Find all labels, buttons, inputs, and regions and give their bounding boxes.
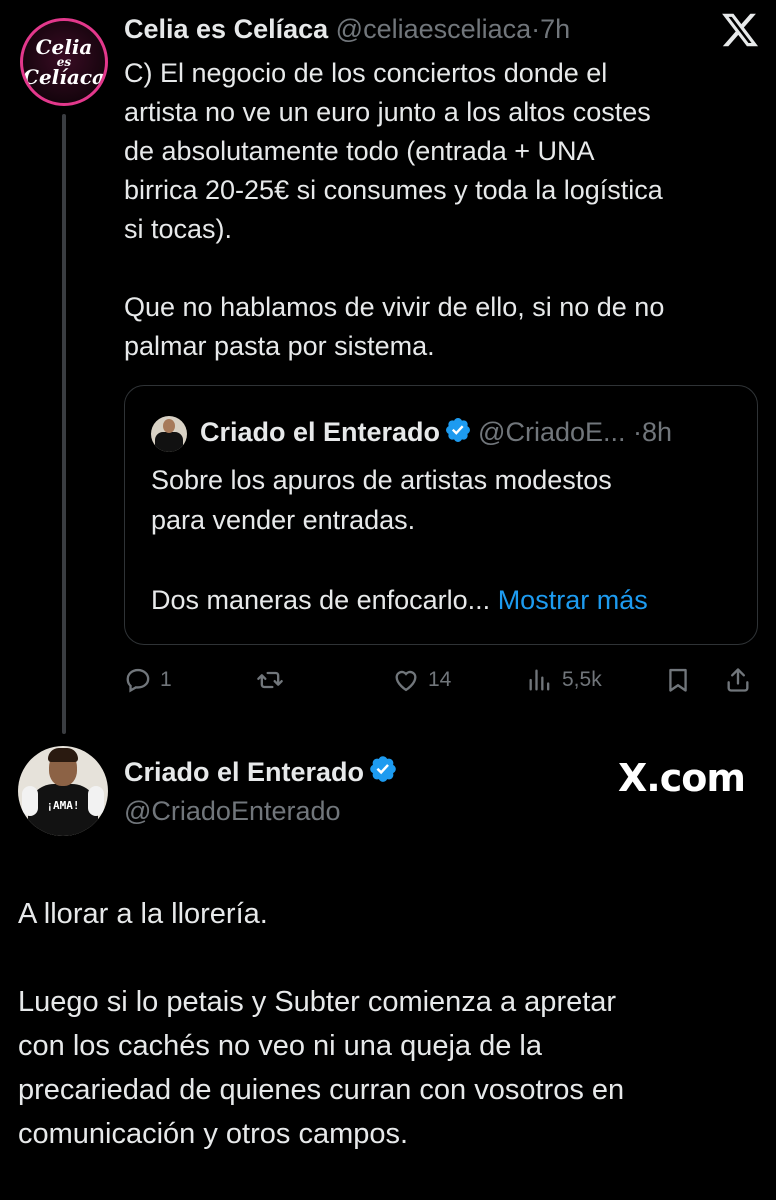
reply-button[interactable]: 1: [124, 660, 172, 700]
avatar-print-text: ¡AMA!: [46, 799, 80, 812]
avatar-criado[interactable]: ¡AMA!: [18, 746, 108, 836]
retweet-icon: [257, 671, 283, 689]
views-icon: [529, 669, 550, 691]
heart-icon: [395, 670, 417, 692]
verified-badge-icon: [446, 418, 471, 442]
quote-avatar: [151, 416, 187, 452]
like-count: 14: [428, 668, 452, 691]
author-handle[interactable]: @celiaesceliaca: [336, 14, 532, 44]
reply-text: A llorar a la llorería. Luego si lo peta…: [18, 898, 625, 1150]
avatar-text-3: Celíaca: [23, 65, 105, 89]
quote-author-name: Criado el Enterado: [200, 417, 441, 447]
quote-text: Sobre los apuros de artistas modestos pa…: [151, 460, 741, 620]
x-com-watermark: X.com: [618, 756, 746, 800]
bookmark-button[interactable]: [664, 660, 692, 700]
views-button[interactable]: 5,5k: [526, 660, 602, 700]
author-name[interactable]: Celia es Celíaca: [124, 14, 328, 44]
thread-line: [62, 114, 66, 734]
reply-count: 1: [160, 668, 172, 691]
tweet-time[interactable]: 7h: [540, 14, 570, 44]
avatar-text-1: Celia: [35, 35, 93, 59]
x-logo-icon[interactable]: [720, 10, 760, 50]
screenshot: Celia es Celíaca Celia es Celíaca @celia…: [0, 0, 776, 1200]
quote-separator: ·: [633, 417, 643, 447]
quote-handle: @CriadoE...: [478, 417, 626, 447]
bookmark-icon: [669, 668, 687, 692]
reply-icon: [126, 668, 150, 693]
verified-badge-icon: [370, 756, 396, 782]
quote-header: Criado el Enterado @CriadoE... ·8h: [200, 414, 672, 450]
reply-author-name[interactable]: Criado el Enterado: [124, 754, 404, 790]
share-icon: [727, 668, 749, 692]
quoted-tweet[interactable]: Criado el Enterado @CriadoE... ·8h Sobre …: [124, 385, 758, 645]
action-bar: 1 14 5,5k: [124, 660, 764, 700]
views-count: 5,5k: [562, 668, 602, 691]
retweet-button[interactable]: [256, 660, 292, 700]
like-button[interactable]: 14: [392, 660, 451, 700]
avatar-celia[interactable]: Celia es Celíaca: [20, 18, 108, 106]
tweet-text: C) El negocio de los conciertos donde el…: [124, 58, 665, 361]
reply-author-handle[interactable]: @CriadoEnterado: [124, 794, 341, 828]
tweet-header: Celia es Celíaca @celiaesceliaca·7h: [124, 12, 570, 46]
separator: ·: [531, 14, 541, 44]
quote-time: 8h: [642, 417, 673, 447]
show-more-link[interactable]: Mostrar más: [498, 585, 648, 615]
share-button[interactable]: [724, 660, 752, 700]
reply-author-name-text: Criado el Enterado: [124, 757, 365, 787]
